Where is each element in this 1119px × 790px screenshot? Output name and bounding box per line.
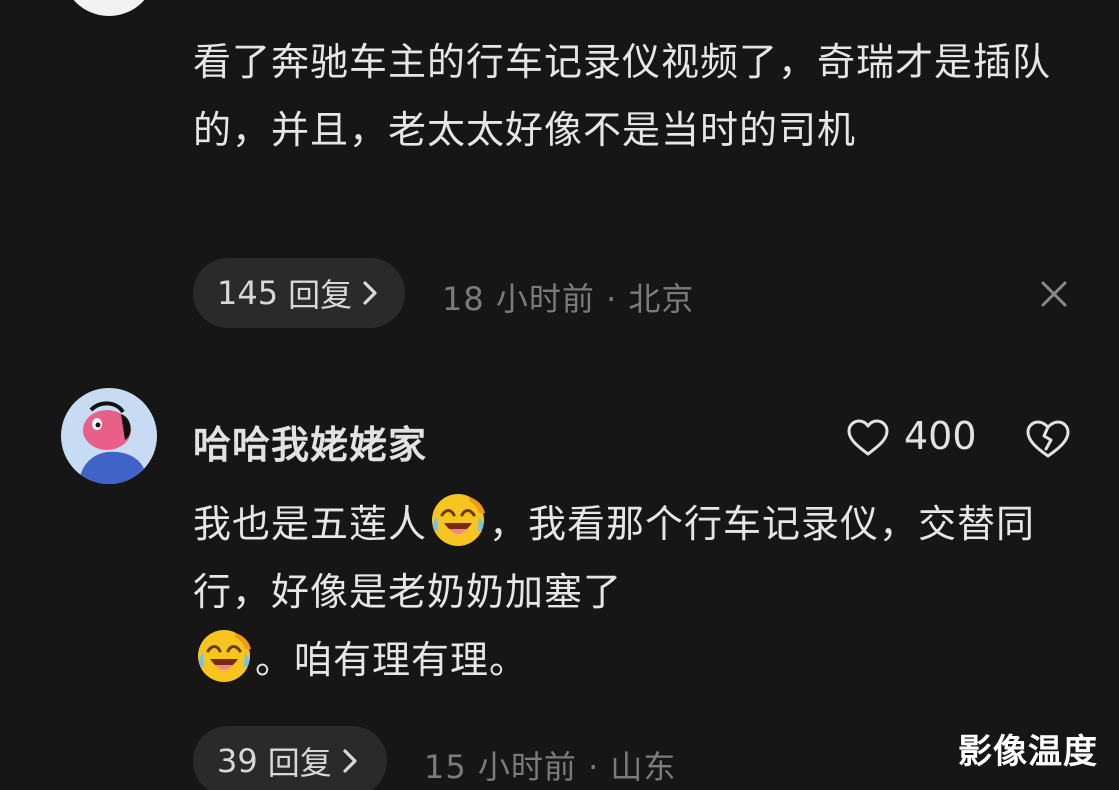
heart-icon[interactable] bbox=[846, 418, 890, 458]
reply-count: 145 bbox=[217, 274, 279, 312]
comment-text: 我也是五莲人 ，我看那个行车记录仪，交替同行，好像是老奶奶加塞了 。咱有理有理。 bbox=[193, 490, 1053, 694]
broken-heart-icon[interactable] bbox=[1024, 418, 1072, 460]
separator: · bbox=[588, 748, 600, 786]
comment-thread: 看了奔驰车主的行车记录仪视频了，奇瑞才是插队的，并且，老太太好像不是当时的司机 … bbox=[0, 0, 1119, 790]
close-icon[interactable] bbox=[1038, 278, 1070, 310]
location: 北京 bbox=[628, 280, 695, 318]
like-count: 400 bbox=[904, 414, 977, 458]
comment-meta: 15 小时前 · 山东 bbox=[424, 742, 676, 788]
comment-text-part: 我也是五莲人 bbox=[193, 502, 428, 546]
reply-label: 回复 bbox=[288, 276, 353, 314]
chevron-right-icon bbox=[342, 748, 358, 774]
username[interactable]: 哈哈我姥姥家 bbox=[193, 414, 427, 469]
location: 山东 bbox=[610, 748, 677, 786]
timestamp: 18 小时前 bbox=[442, 280, 595, 318]
laughing-crying-emoji-icon bbox=[432, 494, 486, 546]
comment-text-part: 。咱有理有理。 bbox=[255, 638, 529, 682]
laughing-crying-emoji-icon bbox=[198, 630, 251, 682]
timestamp: 15 小时前 bbox=[424, 748, 577, 786]
comment-text: 看了奔驰车主的行车记录仪视频了，奇瑞才是插队的，并且，老太太好像不是当时的司机 bbox=[193, 40, 1052, 152]
avatar[interactable] bbox=[62, 0, 156, 16]
avatar[interactable] bbox=[61, 388, 157, 484]
separator: · bbox=[606, 280, 618, 318]
reply-count: 39 bbox=[217, 742, 258, 780]
reply-label: 回复 bbox=[267, 744, 332, 782]
chevron-right-icon bbox=[362, 280, 378, 306]
view-replies-button[interactable]: 145 回复 bbox=[193, 258, 405, 328]
comment-meta: 18 小时前 · 北京 bbox=[442, 274, 694, 320]
watermark: 影像温度 bbox=[958, 732, 1098, 772]
view-replies-button[interactable]: 39 回复 bbox=[193, 726, 387, 790]
